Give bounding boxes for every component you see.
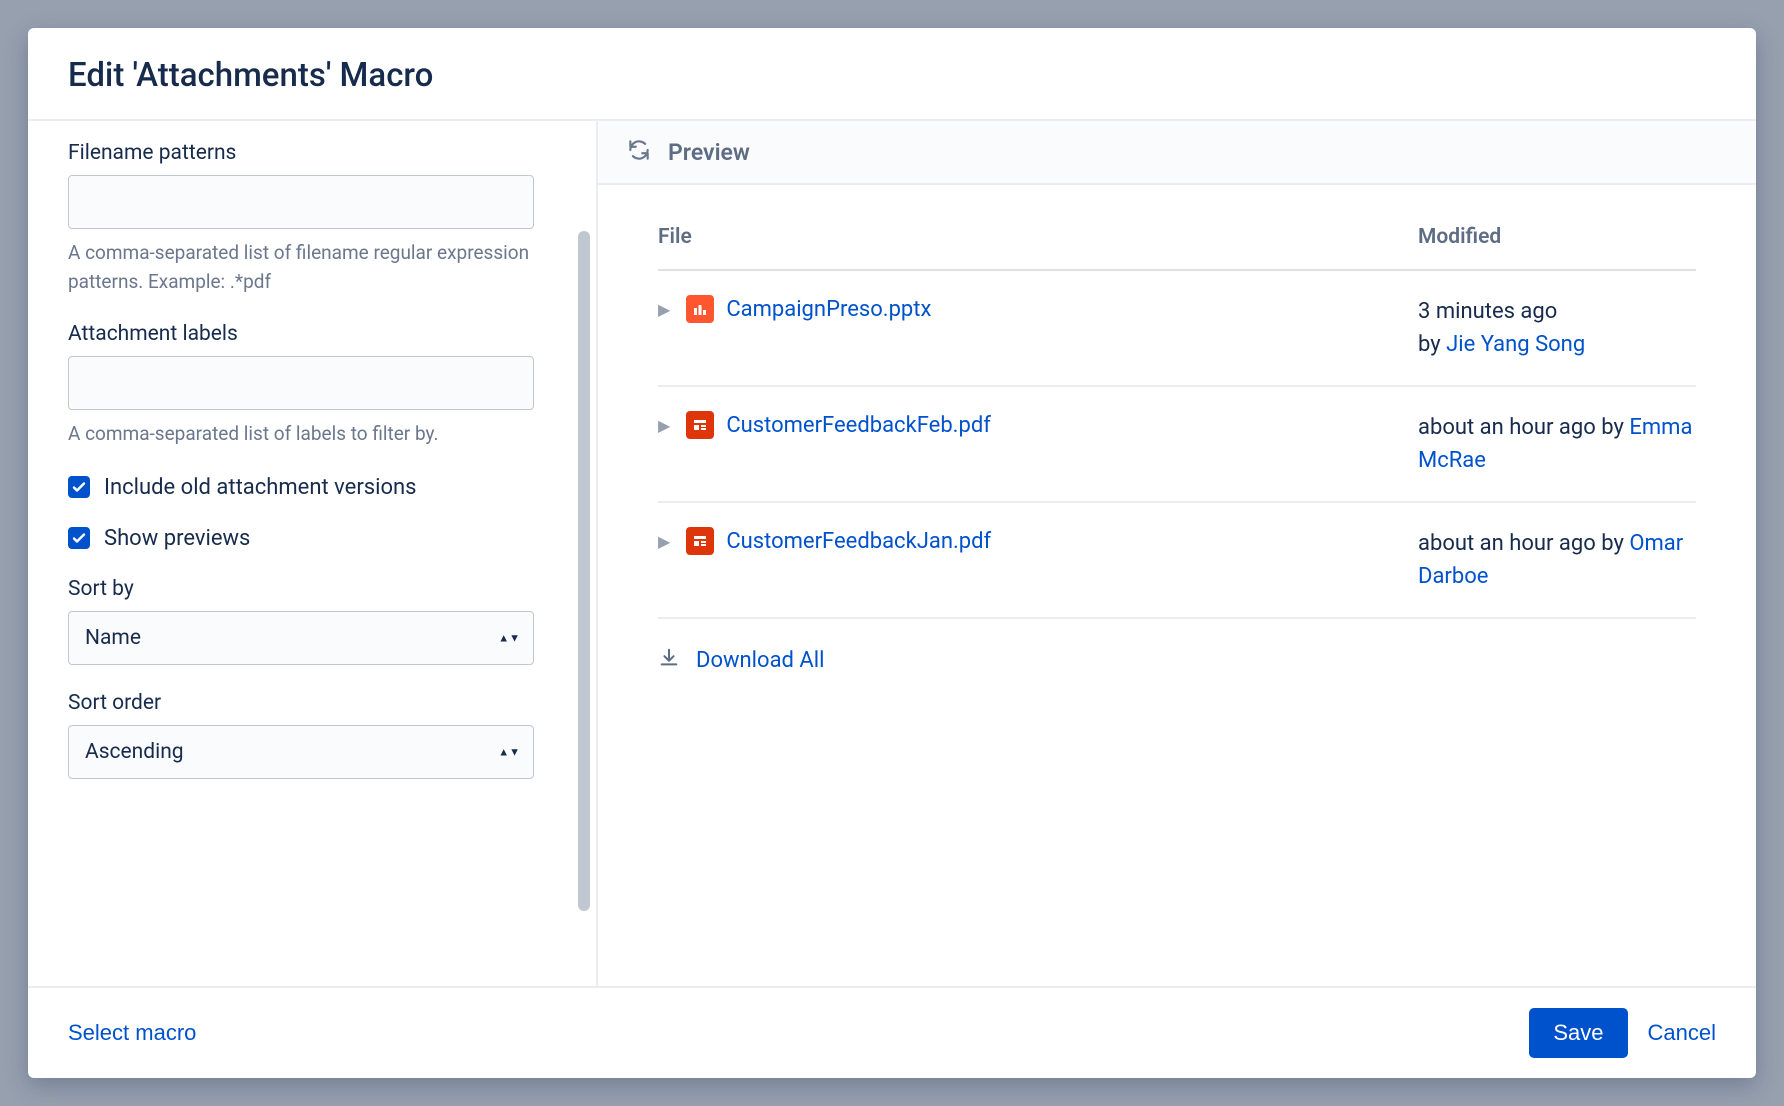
show-previews-row[interactable]: Show previews <box>68 526 556 551</box>
sort-by-select-wrap: Name ▲▼ <box>68 611 534 665</box>
modified-cell: about an hour ago by Omar Darboe <box>1418 502 1696 618</box>
download-all-link[interactable]: Download All <box>696 648 824 673</box>
sort-by-label: Sort by <box>68 577 556 601</box>
sort-order-group: Sort order Ascending ▲▼ <box>68 691 556 779</box>
table-row: ▶ CustomerFeedbackJan.pdf about an hour … <box>658 502 1696 618</box>
show-previews-checkbox[interactable] <box>68 527 90 549</box>
macro-editor-dialog: Edit 'Attachments' Macro Filename patter… <box>28 28 1756 1078</box>
preview-content: File Modified ▶ <box>598 185 1756 986</box>
modified-cell: about an hour ago by Emma McRae <box>1418 386 1696 502</box>
sort-order-label: Sort order <box>68 691 556 715</box>
modified-time: 3 minutes ago <box>1418 299 1557 324</box>
file-name-link[interactable]: CampaignPreso.pptx <box>726 297 931 322</box>
filename-patterns-input[interactable] <box>68 175 534 229</box>
download-all-row: Download All <box>658 619 1696 673</box>
include-old-versions-row[interactable]: Include old attachment versions <box>68 475 556 500</box>
dialog-footer: Select macro Save Cancel <box>28 986 1756 1078</box>
attachment-labels-help: A comma-separated list of labels to filt… <box>68 420 538 449</box>
sort-order-select-wrap: Ascending ▲▼ <box>68 725 534 779</box>
pdf-file-icon <box>686 527 714 555</box>
preview-panel: Preview File Modified ▶ <box>598 121 1756 986</box>
presentation-file-icon <box>686 295 714 323</box>
chevron-right-icon[interactable]: ▶ <box>658 416 670 435</box>
preview-title: Preview <box>668 139 750 166</box>
file-name-link[interactable]: CustomerFeedbackJan.pdf <box>726 529 991 554</box>
column-header-modified[interactable]: Modified <box>1418 225 1696 270</box>
table-row: ▶ CampaignPreso.pptx 3 minutes ago by Ji… <box>658 270 1696 386</box>
footer-actions: Save Cancel <box>1529 1008 1716 1058</box>
dialog-body: Filename patterns A comma-separated list… <box>28 121 1756 986</box>
show-previews-label: Show previews <box>104 526 250 551</box>
config-sidebar: Filename patterns A comma-separated list… <box>28 121 598 986</box>
modified-time: about an hour ago <box>1418 531 1596 556</box>
sort-by-group: Sort by Name ▲▼ <box>68 577 556 665</box>
scrollbar-thumb[interactable] <box>578 231 590 911</box>
preview-header: Preview <box>598 121 1756 185</box>
pdf-file-icon <box>686 411 714 439</box>
table-row: ▶ CustomerFeedbackFeb.pdf about an hour … <box>658 386 1696 502</box>
modified-time: about an hour ago <box>1418 415 1596 440</box>
sort-order-select[interactable]: Ascending <box>68 725 534 779</box>
download-icon <box>658 647 680 673</box>
save-button[interactable]: Save <box>1529 1008 1627 1058</box>
by-prefix: by <box>1418 332 1446 357</box>
attachment-labels-input[interactable] <box>68 356 534 410</box>
include-old-versions-checkbox[interactable] <box>68 476 90 498</box>
user-link[interactable]: Jie Yang Song <box>1446 332 1585 357</box>
dialog-title: Edit 'Attachments' Macro <box>68 56 1716 95</box>
refresh-icon[interactable] <box>626 137 652 167</box>
cancel-button[interactable]: Cancel <box>1648 1014 1716 1052</box>
modified-cell: 3 minutes ago by Jie Yang Song <box>1418 270 1696 386</box>
by-prefix: by <box>1596 415 1630 440</box>
select-macro-link[interactable]: Select macro <box>68 1014 196 1052</box>
filename-patterns-label: Filename patterns <box>68 141 556 165</box>
chevron-right-icon[interactable]: ▶ <box>658 300 670 319</box>
check-icon <box>71 530 87 546</box>
attachment-labels-group: Attachment labels A comma-separated list… <box>68 322 556 449</box>
filename-patterns-group: Filename patterns A comma-separated list… <box>68 141 556 296</box>
by-prefix: by <box>1596 531 1630 556</box>
dialog-header: Edit 'Attachments' Macro <box>28 28 1756 121</box>
include-old-versions-label: Include old attachment versions <box>104 475 417 500</box>
attachment-labels-label: Attachment labels <box>68 322 556 346</box>
sort-by-select[interactable]: Name <box>68 611 534 665</box>
chevron-right-icon[interactable]: ▶ <box>658 532 670 551</box>
attachments-table: File Modified ▶ <box>658 225 1696 619</box>
file-name-link[interactable]: CustomerFeedbackFeb.pdf <box>726 413 991 438</box>
column-header-file[interactable]: File <box>658 225 1418 270</box>
filename-patterns-help: A comma-separated list of filename regul… <box>68 239 538 296</box>
check-icon <box>71 479 87 495</box>
